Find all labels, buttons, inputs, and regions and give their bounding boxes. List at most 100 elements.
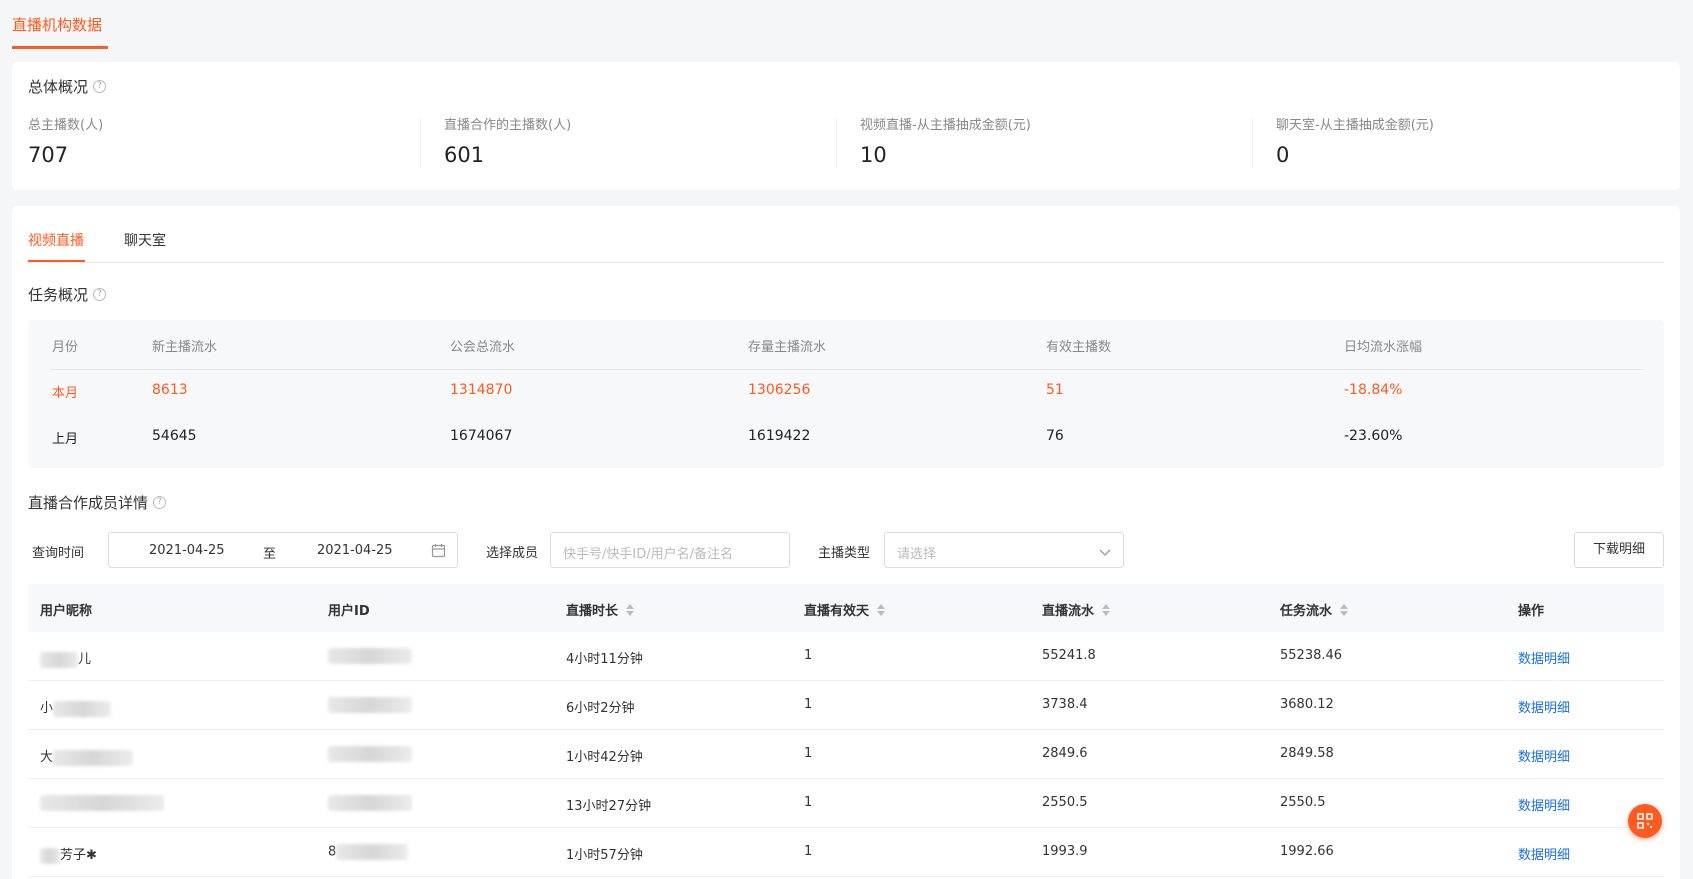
date-end[interactable]: 2021-04-25 bbox=[317, 543, 393, 558]
cell-valid-days: 1 bbox=[804, 795, 813, 810]
cell-valid-count: 51 bbox=[1046, 382, 1064, 398]
th-label: 操作 bbox=[1518, 604, 1545, 619]
table-row: 13小时27分钟 1 2550.5 2550.5 数据明细 bbox=[28, 779, 1664, 828]
task-title: 任务概况 ? bbox=[28, 284, 107, 305]
download-detail-button[interactable]: 下载明细 bbox=[1574, 532, 1664, 568]
cell-duration: 6小时2分钟 bbox=[566, 701, 635, 716]
anchor-type-select[interactable]: 请选择 bbox=[884, 532, 1124, 568]
nickname-text: 芳子 bbox=[60, 848, 87, 863]
task-summary-table: 月份 新主播流水 公会总流水 存量主播流水 有效主播数 日均流水涨幅 本月 86… bbox=[28, 320, 1664, 468]
cell-live-flow: 2849.6 bbox=[1042, 746, 1088, 761]
cell-live-flow: 1993.9 bbox=[1042, 844, 1088, 859]
redacted-mask bbox=[53, 700, 112, 717]
stat-label: 总主播数(人) bbox=[28, 118, 104, 133]
cell-duration: 1小时42分钟 bbox=[566, 750, 643, 765]
th-action: 操作 bbox=[1518, 600, 1544, 619]
cell-valid-days: 1 bbox=[804, 844, 813, 859]
tab-live-org-data[interactable]: 直播机构数据 bbox=[12, 14, 102, 35]
cell-task-flow: 2849.58 bbox=[1280, 746, 1334, 761]
time-label: 查询时间 bbox=[32, 546, 85, 561]
cell-daily-growth: -18.84% bbox=[1344, 382, 1403, 398]
cell-task-flow: 2550.5 bbox=[1280, 795, 1326, 810]
data-detail-link[interactable]: 数据明细 bbox=[1518, 795, 1570, 814]
cell-stock-flow: 1619422 bbox=[748, 428, 811, 444]
task-row-this-month: 本月 8613 1314870 1306256 51 -18.84% bbox=[28, 382, 1664, 406]
cell-total-flow: 1314870 bbox=[450, 382, 513, 398]
nickname-text: 大 bbox=[40, 750, 54, 765]
task-header-row: 月份 新主播流水 公会总流水 存量主播流水 有效主播数 日均流水涨幅 bbox=[28, 320, 1664, 370]
col-valid-count: 有效主播数 bbox=[1046, 340, 1112, 355]
date-start[interactable]: 2021-04-25 bbox=[149, 543, 225, 558]
cell-nickname: 大 bbox=[40, 746, 134, 766]
table-row: 芳子✱ 8 1小时57分钟 1 1993.9 1992.66 数据明细 bbox=[28, 828, 1664, 877]
cell-user-id: 8 bbox=[328, 844, 409, 860]
th-nickname: 用户昵称 bbox=[40, 600, 92, 619]
calendar-icon[interactable] bbox=[431, 543, 446, 562]
sort-icon[interactable] bbox=[1102, 603, 1111, 616]
cell-new-flow: 8613 bbox=[152, 382, 188, 398]
overview-title: 总体概况 ? bbox=[28, 76, 107, 97]
cell-month: 上月 bbox=[52, 432, 79, 447]
redacted-mask bbox=[40, 847, 60, 864]
stat-label: 视频直播-从主播抽成金额(元) bbox=[860, 118, 1031, 133]
help-icon[interactable]: ? bbox=[93, 288, 107, 301]
help-icon[interactable]: ? bbox=[93, 80, 107, 93]
nickname-text: 儿 bbox=[78, 652, 92, 667]
redacted-mask bbox=[40, 795, 164, 811]
col-daily-growth: 日均流水涨幅 bbox=[1344, 340, 1423, 355]
cell-valid-count: 76 bbox=[1046, 428, 1064, 444]
table-row: 儿 4小时11分钟 1 55241.8 55238.46 数据明细 bbox=[28, 632, 1664, 681]
date-range-picker[interactable]: 2021-04-25 至 2021-04-25 bbox=[108, 532, 458, 568]
tab-video-live[interactable]: 视频直播 bbox=[28, 230, 84, 250]
data-detail-link[interactable]: 数据明细 bbox=[1518, 746, 1570, 765]
stat-total-anchors: 总主播数(人) 707 bbox=[28, 114, 103, 168]
task-row-last-month: 上月 54645 1674067 1619422 76 -23.60% bbox=[28, 428, 1664, 452]
tab-chatroom[interactable]: 聊天室 bbox=[124, 230, 166, 250]
stat-chatroom-commission: 聊天室-从主播抽成金额(元) 0 bbox=[1276, 114, 1434, 168]
cell-live-flow: 2550.5 bbox=[1042, 795, 1088, 810]
type-placeholder: 请选择 bbox=[897, 547, 937, 562]
user-id-text: 8 bbox=[328, 844, 337, 860]
data-detail-link[interactable]: 数据明细 bbox=[1518, 844, 1570, 863]
th-label: 用户ID bbox=[328, 604, 370, 619]
cell-duration: 13小时27分钟 bbox=[566, 799, 652, 814]
data-detail-link[interactable]: 数据明细 bbox=[1518, 697, 1570, 716]
cell-user-id bbox=[328, 648, 412, 664]
sort-icon[interactable] bbox=[626, 603, 635, 616]
cell-task-flow: 3680.12 bbox=[1280, 697, 1334, 712]
redacted-mask bbox=[328, 648, 412, 664]
th-live-flow[interactable]: 直播流水 bbox=[1042, 600, 1111, 619]
divider bbox=[836, 118, 837, 168]
th-duration[interactable]: 直播时长 bbox=[566, 600, 635, 619]
stat-value: 601 bbox=[444, 143, 485, 167]
redacted-mask bbox=[328, 746, 412, 762]
help-icon[interactable]: ? bbox=[153, 496, 167, 509]
stat-label: 聊天室-从主播抽成金额(元) bbox=[1276, 118, 1434, 133]
cell-nickname bbox=[40, 795, 164, 811]
th-task-flow[interactable]: 任务流水 bbox=[1280, 600, 1349, 619]
overview-title-text: 总体概况 bbox=[28, 78, 89, 96]
redacted-mask bbox=[336, 844, 409, 860]
member-search-placeholder: 快手号/快手ID/用户名/备注名 bbox=[563, 547, 733, 562]
qrcode-float-button[interactable] bbox=[1628, 804, 1662, 838]
cell-live-flow: 55241.8 bbox=[1042, 648, 1096, 663]
member-search-input[interactable]: 快手号/快手ID/用户名/备注名 bbox=[550, 532, 790, 568]
th-label: 直播有效天 bbox=[804, 604, 870, 619]
divider bbox=[420, 118, 421, 168]
type-label: 主播类型 bbox=[818, 546, 871, 561]
th-valid-days[interactable]: 直播有效天 bbox=[804, 600, 886, 619]
page-tab-bar: 直播机构数据 bbox=[0, 0, 1693, 52]
sort-icon[interactable] bbox=[877, 603, 886, 616]
cell-user-id bbox=[328, 697, 412, 713]
cell-daily-growth: -23.60% bbox=[1344, 428, 1403, 444]
members-title-text: 直播合作成员详情 bbox=[28, 494, 149, 512]
stat-value: 10 bbox=[860, 143, 887, 167]
stat-value: 707 bbox=[28, 143, 69, 167]
redacted-mask bbox=[328, 697, 412, 713]
cell-total-flow: 1674067 bbox=[450, 428, 513, 444]
data-detail-link[interactable]: 数据明细 bbox=[1518, 648, 1570, 667]
main-card: 视频直播 聊天室 任务概况 ? 月份 新主播流水 公会总流水 存量主播流水 有效… bbox=[12, 206, 1680, 879]
col-total-flow: 公会总流水 bbox=[450, 340, 516, 355]
sort-icon[interactable] bbox=[1340, 603, 1349, 616]
date-separator: 至 bbox=[263, 547, 277, 562]
